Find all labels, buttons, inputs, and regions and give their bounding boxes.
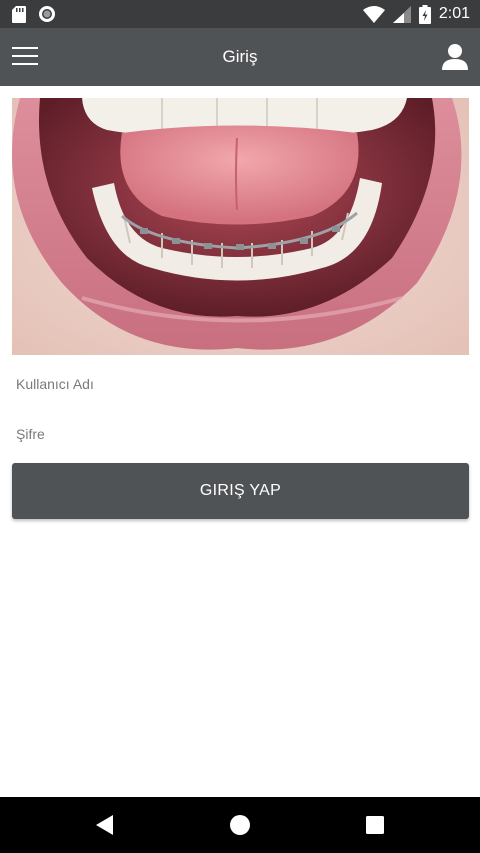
sync-icon <box>39 6 55 22</box>
user-icon[interactable] <box>440 42 470 72</box>
wifi-icon <box>362 5 385 23</box>
home-icon[interactable] <box>226 811 254 839</box>
status-bar: 2:01 <box>0 0 480 28</box>
recents-icon[interactable] <box>361 811 389 839</box>
sd-card-icon <box>12 5 26 23</box>
password-field[interactable] <box>12 414 469 454</box>
system-nav-bar <box>0 797 480 853</box>
hero-image <box>12 98 469 355</box>
status-time: 2:01 <box>438 5 470 22</box>
login-button[interactable]: GIRIŞ YAP <box>12 463 469 519</box>
battery-icon <box>418 4 431 24</box>
signal-icon <box>392 5 411 23</box>
app-bar: Giriş <box>0 28 480 86</box>
back-icon[interactable] <box>91 811 119 839</box>
page-title: Giriş <box>222 47 258 66</box>
username-field[interactable] <box>12 364 469 404</box>
